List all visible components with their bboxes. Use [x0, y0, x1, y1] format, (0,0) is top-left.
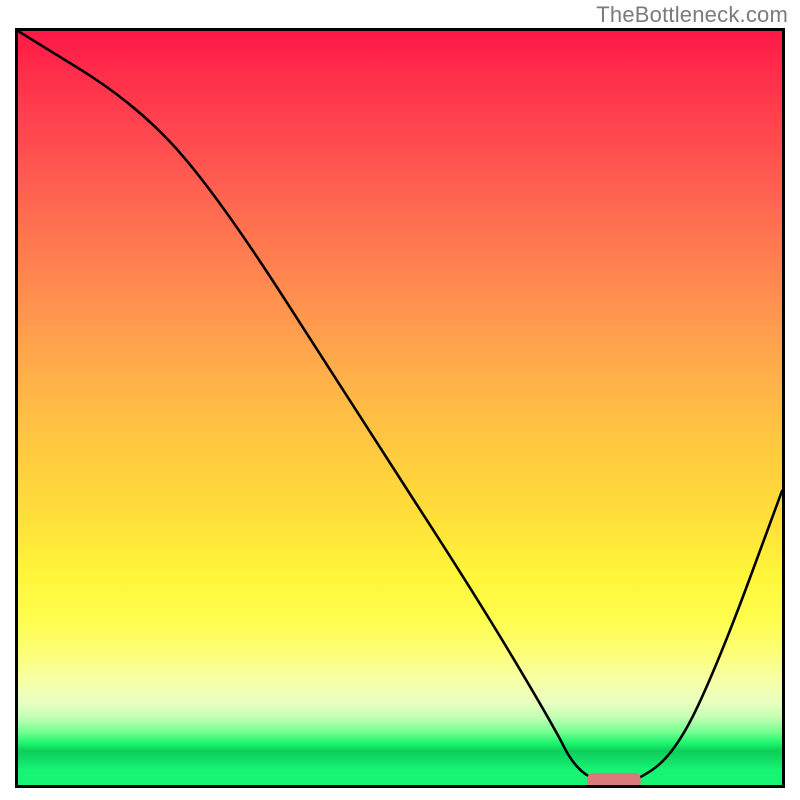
plot-svg — [18, 31, 782, 785]
bottleneck-curve — [18, 31, 782, 785]
optimal-marker — [587, 773, 640, 785]
chart-canvas: TheBottleneck.com — [0, 0, 800, 800]
plot-box — [15, 28, 785, 788]
watermark-text: TheBottleneck.com — [596, 2, 788, 28]
